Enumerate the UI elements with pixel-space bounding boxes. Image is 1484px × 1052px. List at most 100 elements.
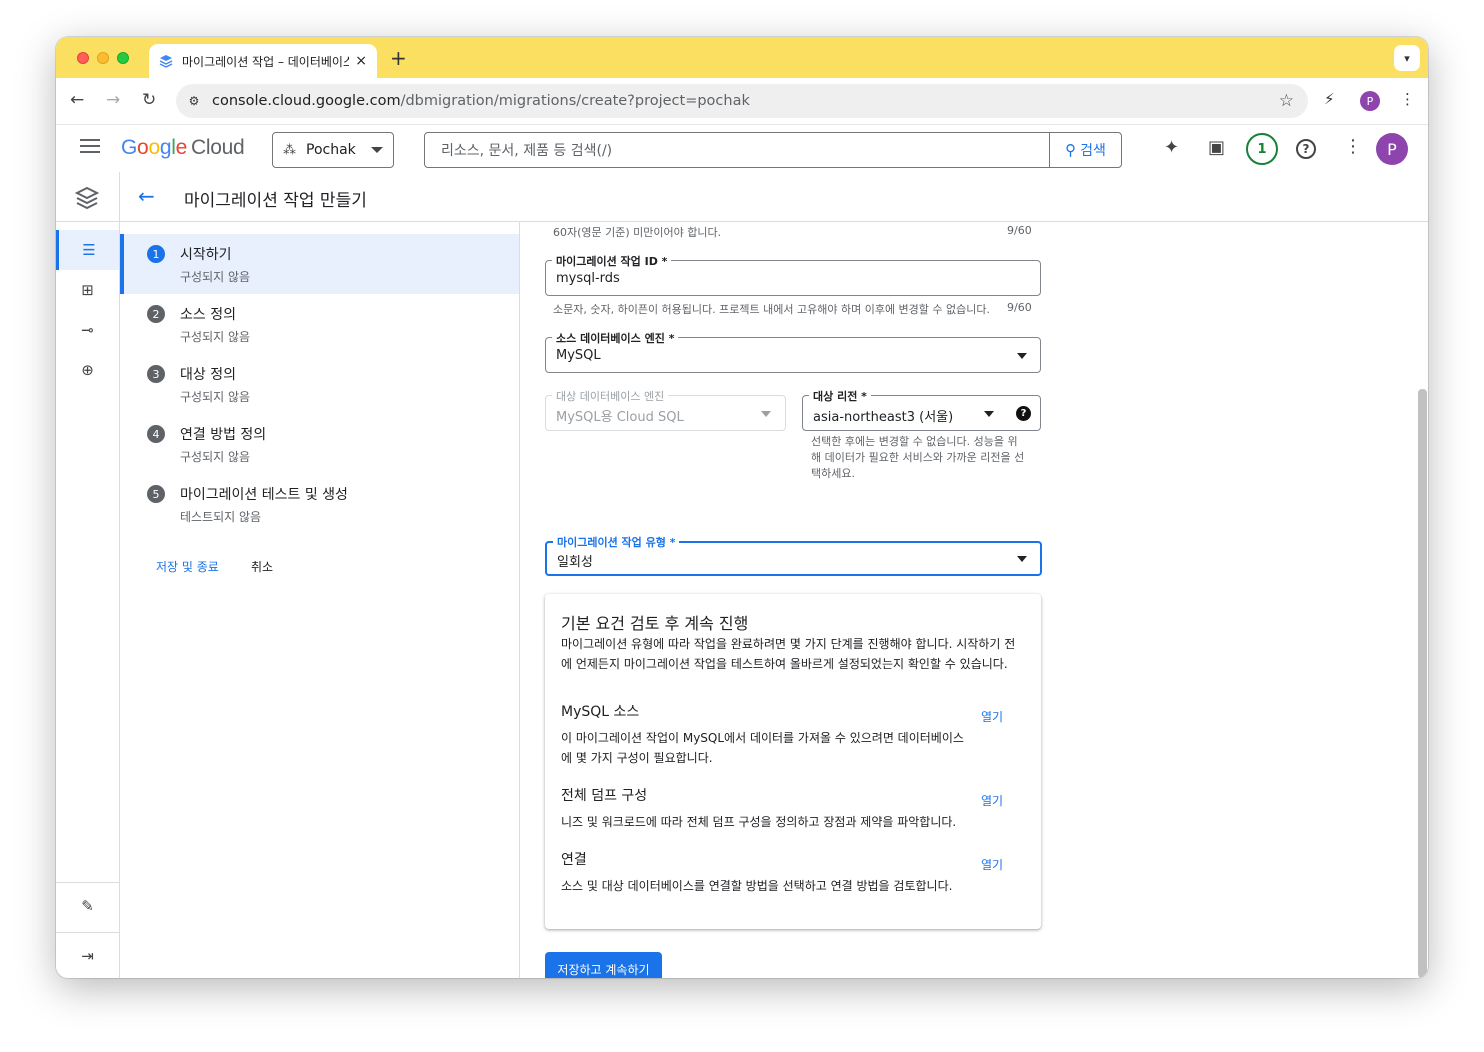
rail-divider (56, 882, 119, 883)
browser-profile-avatar[interactable]: P (1360, 91, 1380, 111)
tab-strip: 마이그레이션 작업 – 데이터베이스 × + ▾ (56, 37, 1428, 78)
browser-tab[interactable]: 마이그레이션 작업 – 데이터베이스 × (149, 44, 377, 78)
back-icon[interactable]: ← (70, 90, 84, 110)
section-description: 소스 및 대상 데이터베이스를 연결할 방법을 선택하고 연결 방법을 검토합니… (561, 879, 953, 893)
destination-region-select[interactable]: 대상 리전 * asia-northeast3 (서울) ? (802, 388, 1041, 431)
account-avatar[interactable]: P (1376, 133, 1408, 165)
step-define-connectivity[interactable]: 4 연결 방법 정의 구성되지 않음 (120, 414, 519, 474)
source-engine-select[interactable]: 소스 데이터베이스 엔진 * MySQL (545, 330, 1041, 373)
job-name-counter: 9/60 (1007, 224, 1032, 237)
step-define-destination[interactable]: 3 대상 정의 구성되지 않음 (120, 354, 519, 414)
expand-rail-icon[interactable]: ⇥ (56, 936, 119, 976)
connection-profiles-icon[interactable]: ⊸ (56, 310, 119, 350)
page-title: 마이그레이션 작업 만들기 (184, 191, 367, 211)
step-number: 1 (147, 245, 165, 263)
divider (119, 172, 120, 222)
job-type-label: 마이그레이션 작업 유형 * (553, 534, 680, 550)
job-id-hint: 소문자, 숫자, 하이픈이 허용됩니다. 프로젝트 내에서 고유해야 하며 이후… (553, 303, 991, 316)
more-options-icon[interactable]: ⋮ (1344, 136, 1362, 157)
destination-engine-select: 대상 데이터베이스 엔진 MySQL용 Cloud SQL (545, 388, 786, 431)
site-info-icon[interactable]: ⚙ (180, 94, 208, 108)
gemini-sparkle-icon[interactable]: ✦ (1164, 137, 1179, 158)
region-help-icon[interactable]: ? (1016, 406, 1031, 421)
database-migration-product-icon[interactable] (74, 185, 100, 211)
maximize-window-button[interactable] (117, 52, 129, 64)
destination-region-hint: 선택한 후에는 변경할 수 없습니다. 성능을 위해 데이터가 필요한 서비스와… (811, 435, 1025, 480)
database-migration-favicon-icon (159, 54, 173, 68)
job-type-select[interactable]: 마이그레이션 작업 유형 * 일회성 (545, 534, 1042, 576)
bookmark-star-icon[interactable]: ☆ (1279, 91, 1294, 111)
forward-icon[interactable]: → (106, 90, 120, 110)
console-header: Google Cloud ⁂ Pochak 리소스, 문서, 제품 등 검색(/)… (56, 124, 1428, 172)
extension-icon[interactable]: ⚡ (1324, 90, 1335, 108)
step-title: 시작하기 (180, 247, 232, 263)
help-icon[interactable]: ? (1296, 139, 1316, 159)
release-notes-icon[interactable]: ✎ (56, 886, 119, 926)
cloud-shell-icon[interactable]: ▣ (1208, 137, 1225, 158)
google-cloud-logo[interactable]: Google Cloud (121, 136, 245, 160)
card-title: 기본 요건 검토 후 계속 진행 (561, 614, 749, 633)
step-title: 소스 정의 (180, 307, 236, 323)
step-get-started[interactable]: 1 시작하기 구성되지 않음 (120, 234, 519, 294)
step-status: 구성되지 않음 (180, 270, 251, 284)
rail-divider (56, 932, 119, 933)
form-content: 60자(영문 기준) 미만이어야 합니다. 9/60 마이그레이션 작업 ID … (521, 222, 1421, 978)
search-icon: ⚲ (1065, 141, 1077, 159)
step-define-source[interactable]: 2 소스 정의 구성되지 않음 (120, 294, 519, 354)
card-description: 마이그레이션 유형에 따라 작업을 완료하려면 몇 가지 단계를 진행해야 합니… (561, 637, 1016, 671)
address-bar[interactable]: ⚙ console.cloud.google.com/dbmigration/m… (176, 84, 1308, 118)
cancel-button[interactable]: 취소 (251, 558, 273, 575)
scrollbar[interactable] (1418, 389, 1427, 978)
caret-down-icon (371, 147, 383, 153)
private-connectivity-icon[interactable]: ⊕ (56, 350, 119, 390)
migration-jobs-list-icon[interactable]: ☰ (56, 230, 119, 270)
product-nav-rail: ☰ ⊞ ⊸ ⊕ ✎ ⇥ (56, 222, 120, 978)
prerequisites-card: 기본 요건 검토 후 계속 진행 마이그레이션 유형에 따라 작업을 완료하려면… (545, 594, 1041, 929)
open-mysql-source-link[interactable]: 열기 (981, 708, 1003, 725)
step-status: 구성되지 않음 (180, 450, 251, 464)
search-input[interactable]: 리소스, 문서, 제품 등 검색(/) (425, 140, 1049, 160)
page-title-bar: ← 마이그레이션 작업 만들기 (56, 172, 1428, 222)
browser-window: 마이그레이션 작업 – 데이터베이스 × + ▾ ← → ↻ ⚙ console… (56, 37, 1428, 978)
browser-menu-icon[interactable]: ⋮ (1400, 90, 1415, 108)
section-title: MySQL 소스 (561, 704, 640, 720)
dropdown-caret-icon (1017, 353, 1027, 359)
destination-engine-label: 대상 데이터베이스 엔진 (552, 388, 669, 404)
search-button[interactable]: ⚲ 검색 (1049, 133, 1121, 167)
step-number: 4 (147, 425, 165, 443)
search-bar[interactable]: 리소스, 문서, 제품 등 검색(/) ⚲ 검색 (424, 132, 1122, 168)
tab-close-icon[interactable]: × (355, 53, 367, 69)
browser-toolbar: ← → ↻ ⚙ console.cloud.google.com/dbmigra… (56, 78, 1428, 124)
source-engine-value: MySQL (556, 348, 601, 363)
main-menu-icon[interactable] (80, 139, 100, 159)
destination-region-label: 대상 리전 * (809, 388, 871, 404)
step-number: 5 (147, 485, 165, 503)
job-id-label: 마이그레이션 작업 ID * (552, 253, 672, 269)
open-connectivity-link[interactable]: 열기 (981, 856, 1003, 873)
close-window-button[interactable] (77, 52, 89, 64)
job-id-input[interactable]: mysql-rds (556, 271, 620, 286)
reload-icon[interactable]: ↻ (142, 90, 156, 110)
open-full-dump-link[interactable]: 열기 (981, 792, 1003, 809)
dropdown-caret-icon (761, 411, 771, 417)
new-tab-button[interactable]: + (390, 46, 407, 70)
job-id-counter: 9/60 (1007, 301, 1032, 314)
url-text[interactable]: console.cloud.google.com/dbmigration/mig… (212, 93, 750, 109)
minimize-window-button[interactable] (97, 52, 109, 64)
project-icon: ⁂ (283, 142, 296, 158)
job-id-field[interactable]: 마이그레이션 작업 ID * mysql-rds (545, 253, 1041, 296)
save-and-continue-button[interactable]: 저장하고 계속하기 (545, 952, 662, 978)
notification-badge[interactable]: 1 (1246, 133, 1278, 165)
step-number: 2 (147, 305, 165, 323)
step-status: 테스트되지 않음 (180, 510, 262, 524)
tab-search-chevron-icon[interactable]: ▾ (1394, 45, 1420, 71)
back-arrow-icon[interactable]: ← (138, 184, 155, 208)
step-test-and-create[interactable]: 5 마이그레이션 테스트 및 생성 테스트되지 않음 (120, 474, 519, 534)
project-picker[interactable]: ⁂ Pochak (272, 132, 394, 168)
step-number: 3 (147, 365, 165, 383)
tab-title: 마이그레이션 작업 – 데이터베이스 (182, 54, 350, 69)
save-and-exit-button[interactable]: 저장 및 종료 (156, 558, 219, 575)
destination-engine-value: MySQL용 Cloud SQL (556, 410, 684, 425)
section-description: 니즈 및 워크로드에 따라 전체 덤프 구성을 정의하고 장점과 제약을 파악합… (561, 815, 957, 829)
conversion-workspaces-icon[interactable]: ⊞ (56, 270, 119, 310)
